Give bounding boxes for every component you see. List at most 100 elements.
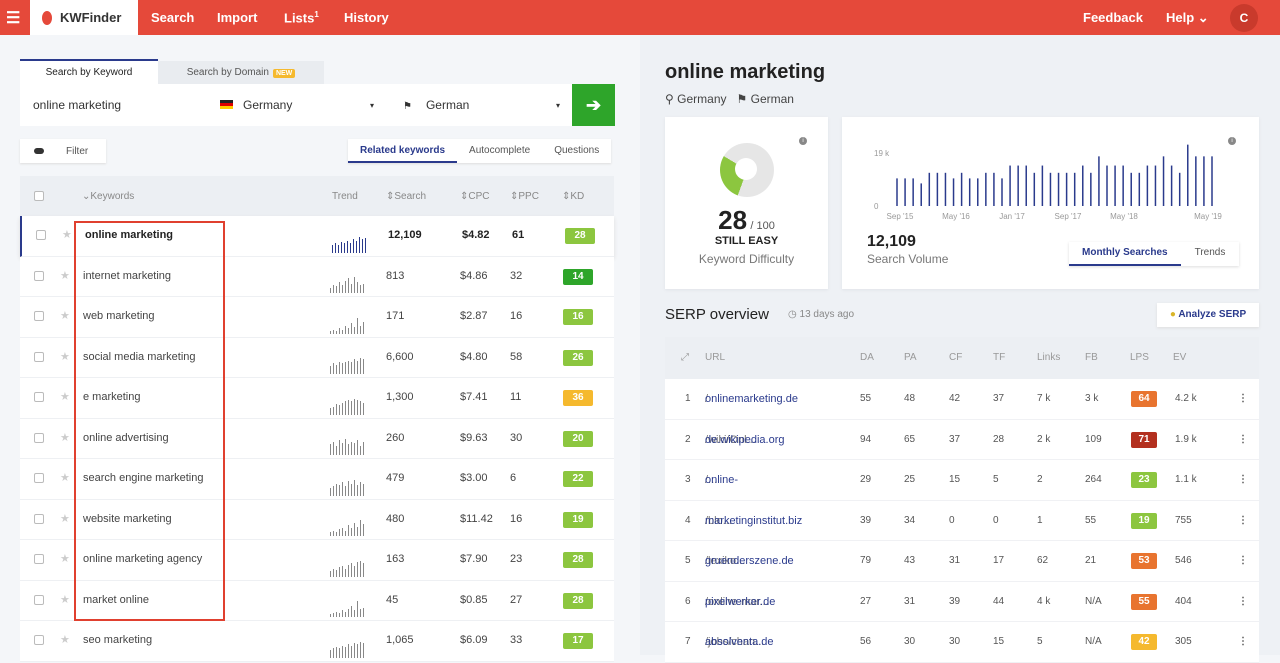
row-checkbox[interactable] bbox=[34, 351, 44, 362]
star-icon[interactable]: ★ bbox=[60, 552, 70, 565]
feedback-link[interactable]: Feedback bbox=[1083, 10, 1143, 25]
row-checkbox[interactable] bbox=[34, 270, 44, 281]
location-select[interactable]: Germany ▾ bbox=[203, 98, 386, 112]
star-icon[interactable]: ★ bbox=[60, 269, 70, 282]
rank-cell: 3 bbox=[685, 474, 691, 485]
star-icon[interactable]: ★ bbox=[60, 512, 70, 525]
nav-lists-label: Lists bbox=[284, 10, 315, 26]
trend-bar bbox=[339, 282, 340, 293]
more-options-icon[interactable]: ⋮ bbox=[1238, 582, 1248, 622]
url-link[interactable]: online-marketing-site.de/... bbox=[705, 460, 757, 566]
url-link[interactable]: pixelwerker.de/online-mar... bbox=[705, 582, 775, 622]
tab-monthly-searches[interactable]: Monthly Searches bbox=[1069, 242, 1181, 266]
more-options-icon[interactable]: ⋮ bbox=[1238, 460, 1248, 500]
sort-cpc[interactable]: ⇕ CPC bbox=[460, 191, 490, 202]
brand-logo[interactable]: KWFinder bbox=[30, 0, 138, 35]
url-link[interactable]: gruenderszene.de/lexiko... bbox=[705, 541, 794, 581]
sort-ppc[interactable]: ⇕ PPC bbox=[510, 191, 539, 202]
star-icon[interactable]: ★ bbox=[60, 350, 70, 363]
star-icon[interactable]: ★ bbox=[60, 431, 70, 444]
sort-kd[interactable]: ⇕ KD bbox=[562, 191, 584, 202]
star-icon[interactable]: ★ bbox=[60, 593, 70, 606]
nav-search[interactable]: Search bbox=[151, 10, 194, 25]
nav-import[interactable]: Import bbox=[217, 10, 257, 25]
more-options-icon[interactable]: ⋮ bbox=[1238, 622, 1248, 662]
kd-badge: 26 bbox=[563, 349, 593, 366]
ppc-cell: 30 bbox=[510, 431, 523, 444]
star-icon[interactable]: ★ bbox=[60, 309, 70, 322]
expand-icon[interactable]: ⤢ bbox=[681, 352, 689, 363]
row-checkbox[interactable] bbox=[36, 230, 46, 240]
tab-autocomplete[interactable]: Autocomplete bbox=[457, 139, 542, 163]
keyword-input[interactable]: online marketing bbox=[20, 98, 203, 112]
row-checkbox[interactable] bbox=[34, 392, 44, 402]
col-da: DA bbox=[860, 352, 874, 363]
more-options-icon[interactable]: ⋮ bbox=[1238, 501, 1248, 541]
coin-icon: ● bbox=[1169, 309, 1176, 320]
star-icon[interactable]: ★ bbox=[60, 633, 70, 646]
cf-cell: 31 bbox=[949, 555, 961, 566]
sort-search[interactable]: ⇕ Search bbox=[386, 191, 426, 202]
arrow-right-icon: ➔ bbox=[585, 95, 602, 115]
row-checkbox[interactable] bbox=[34, 311, 44, 321]
star-icon[interactable]: ★ bbox=[60, 390, 70, 403]
row-checkbox[interactable] bbox=[34, 635, 44, 645]
x-tick: May '18 bbox=[1110, 212, 1138, 221]
more-options-icon[interactable]: ⋮ bbox=[1238, 379, 1248, 419]
nav-lists[interactable]: Lists1 bbox=[284, 10, 319, 25]
analyze-serp-button[interactable]: ● Analyze SERP bbox=[1157, 303, 1259, 327]
more-options-icon[interactable]: ⋮ bbox=[1238, 420, 1248, 460]
tab-search-by-keyword[interactable]: Search by Keyword bbox=[20, 59, 158, 84]
star-icon[interactable]: ★ bbox=[60, 471, 70, 484]
keyword-cell[interactable]: seo marketing bbox=[83, 634, 152, 646]
more-options-icon[interactable]: ⋮ bbox=[1238, 541, 1248, 581]
url-link[interactable]: de.wikipedia.org/wiki/Onl... bbox=[705, 420, 785, 460]
avatar[interactable]: C bbox=[1230, 4, 1258, 32]
tab-search-by-domain[interactable]: Search by Domain NEW bbox=[158, 61, 324, 84]
trend-sparkline bbox=[330, 277, 364, 293]
filter-toggle[interactable]: Filter bbox=[20, 139, 106, 163]
select-all-checkbox[interactable] bbox=[34, 191, 44, 201]
trend-bar bbox=[339, 484, 340, 496]
tab-questions[interactable]: Questions bbox=[542, 139, 611, 163]
trend-bar bbox=[360, 325, 361, 334]
pa-cell: 34 bbox=[904, 514, 916, 526]
language-select[interactable]: ⚑ German ▾ bbox=[386, 98, 572, 112]
trend-sparkline bbox=[330, 641, 364, 658]
trend-bar bbox=[333, 648, 334, 658]
tab-related-keywords[interactable]: Related keywords bbox=[348, 139, 458, 163]
keyword-title: online marketing bbox=[665, 61, 826, 83]
tab-trends[interactable]: Trends bbox=[1181, 242, 1240, 266]
row-checkbox[interactable] bbox=[34, 473, 44, 483]
row-checkbox[interactable] bbox=[34, 432, 44, 443]
col-cpc: CPC bbox=[468, 191, 490, 202]
info-icon[interactable]: i bbox=[799, 137, 807, 145]
url-link[interactable]: absolventa.de/jobs/chan... bbox=[705, 622, 774, 662]
trend-bar bbox=[345, 530, 346, 536]
search-go-button[interactable]: ➔ bbox=[572, 84, 615, 126]
trend-bar bbox=[330, 330, 331, 334]
row-checkbox[interactable] bbox=[34, 594, 44, 605]
search-volume-chart: 19 k 0 Sep '15 May '16 Jan '17 Sep '17 May '18… bbox=[874, 144, 1222, 221]
trend-bar bbox=[351, 441, 352, 455]
trend-bar bbox=[357, 399, 358, 415]
menu-icon[interactable]: ☰ bbox=[6, 8, 20, 28]
cpc-cell: $9.63 bbox=[460, 431, 488, 444]
trend-bar bbox=[354, 565, 355, 577]
star-icon[interactable]: ★ bbox=[62, 228, 72, 241]
trend-bar bbox=[357, 440, 358, 455]
analyze-label: Analyze SERP bbox=[1178, 309, 1247, 320]
row-checkbox[interactable] bbox=[34, 554, 44, 564]
tf-cell: 0 bbox=[993, 514, 999, 526]
nav-history[interactable]: History bbox=[344, 10, 389, 25]
url-link[interactable]: onlinemarketing.de / bbox=[705, 379, 798, 419]
url-link[interactable]: marketinginstitut.biz/blo... bbox=[705, 501, 802, 541]
row-checkbox[interactable] bbox=[34, 513, 44, 524]
serp-table-header: ⤢ URL DA PA CF TF Links FB LPS EV bbox=[665, 337, 1259, 379]
sort-keywords[interactable]: ⌄ Keywords bbox=[82, 191, 134, 202]
table-row[interactable]: ★ seo marketing 1,065 $6.09 33 17 bbox=[20, 621, 614, 662]
top-nav: ☰ KWFinder Search Import Lists1 History … bbox=[0, 0, 1280, 35]
help-menu[interactable]: Help ⌄ bbox=[1166, 10, 1209, 26]
search-cell: 45 bbox=[386, 593, 399, 606]
ev-cell: 1.1 k bbox=[1175, 474, 1197, 485]
